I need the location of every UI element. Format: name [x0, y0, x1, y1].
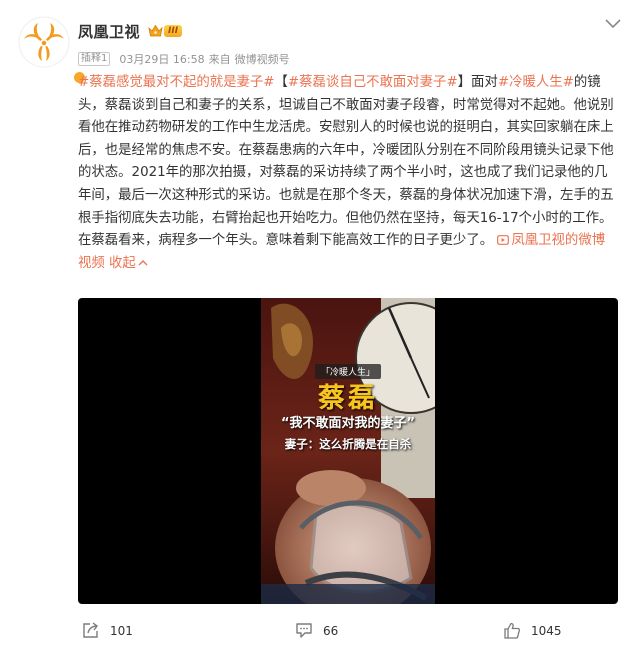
meta-tag: 插释1 [78, 52, 111, 66]
phoenix-logo-icon [18, 16, 70, 68]
comment-count: 66 [323, 623, 339, 638]
hashtag-link[interactable]: #蔡磊感觉最对不起的就是妻子# [78, 75, 275, 90]
source-prefix: 来自 [208, 53, 231, 66]
hashtag-link[interactable]: #冷暖人生# [498, 75, 574, 90]
hashtag-link[interactable]: #蔡磊谈自己不敢面对妻子# [288, 75, 458, 90]
vip-level: III [164, 25, 183, 37]
video-title-name: 蔡磊 [318, 383, 378, 414]
thumbs-up-icon [504, 622, 521, 639]
video-player[interactable]: 「冷暖人生」 蔡磊 “我不敢面对我的妻子” 妻子：这么折腾是在自杀 [78, 298, 618, 604]
chevron-up-icon [138, 259, 148, 266]
post-text: #蔡磊感觉最对不起的就是妻子#【#蔡磊谈自己不敢面对妻子#】面对#冷暖人生#的镜… [78, 72, 618, 275]
repost-button[interactable]: 101 [82, 622, 133, 639]
post-meta: 插释1 03月29日 16:58 来自 微博视频号 [78, 51, 290, 67]
vip-badge[interactable]: III [148, 23, 183, 39]
post-menu-button[interactable] [603, 16, 623, 30]
collapse-button[interactable]: 收起 [109, 256, 148, 271]
comment-icon [296, 623, 312, 638]
comment-button[interactable]: 66 [295, 622, 338, 639]
like-count: 1045 [531, 623, 562, 638]
chevron-down-icon [605, 19, 621, 29]
text-segment: 】面对 [457, 75, 498, 90]
like-button[interactable]: 1045 [503, 622, 562, 639]
avatar[interactable] [18, 16, 87, 85]
action-bar: 101 66 1045 [0, 618, 637, 650]
author-name[interactable]: 凤凰卫视 [78, 21, 140, 42]
video-frame: 「冷暖人生」 蔡磊 “我不敢面对我的妻子” 妻子：这么折腾是在自杀 [261, 298, 435, 604]
text-segment: 【 [274, 75, 288, 90]
video-subtitle: 妻子：这么折腾是在自杀 [284, 437, 412, 451]
post-time[interactable]: 03月29日 16:58 [119, 51, 204, 67]
crown-icon [148, 24, 163, 37]
post-source[interactable]: 微博视频号 [235, 51, 290, 67]
repost-count: 101 [110, 623, 133, 638]
text-segment: 的镜头，蔡磊谈到自己和妻子的关系，坦诚自己不敢面对妻子段睿，时常觉得对不起她。他… [78, 75, 614, 249]
video-quote: “我不敢面对我的妻子” [280, 416, 416, 431]
weibo-post-card: 凤凰卫视 III 插释1 03月29日 16:58 来自 微博视频号 #蔡磊感觉… [0, 0, 637, 655]
share-icon [83, 622, 98, 638]
video-link-icon [497, 235, 510, 246]
author-row: 凤凰卫视 III [78, 20, 183, 42]
collapse-label: 收起 [109, 255, 136, 271]
